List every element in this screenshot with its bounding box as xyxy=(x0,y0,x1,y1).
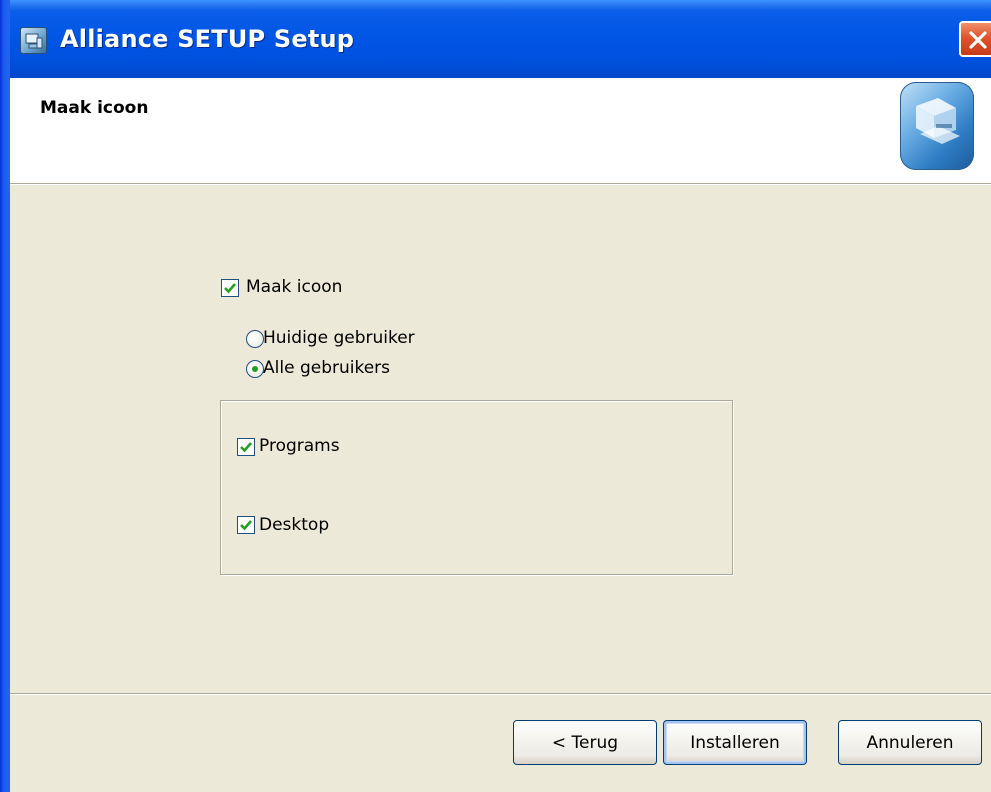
installer-app-icon xyxy=(20,27,47,54)
header-separator-highlight xyxy=(10,184,991,185)
make-icon-checkbox[interactable] xyxy=(221,279,239,297)
checkmark-icon xyxy=(224,283,236,294)
make-icon-label[interactable]: Maak icoon xyxy=(246,277,342,297)
install-button[interactable]: Installeren xyxy=(663,720,807,765)
all-users-label[interactable]: Alle gebruikers xyxy=(263,358,390,378)
window-frame-left xyxy=(0,0,10,792)
header-panel xyxy=(10,78,991,184)
all-users-radio[interactable] xyxy=(246,360,264,378)
close-button[interactable] xyxy=(959,21,991,57)
computer-setup-icon xyxy=(900,82,974,170)
close-x-icon xyxy=(969,31,987,49)
setup-window: Alliance SETUP Setup Maak icoon Maak ico… xyxy=(0,0,991,792)
desktop-checkbox[interactable] xyxy=(237,516,255,534)
programs-checkbox[interactable] xyxy=(237,438,255,456)
page-title: Maak icoon xyxy=(40,98,149,118)
desktop-label[interactable]: Desktop xyxy=(259,515,329,535)
current-user-radio[interactable] xyxy=(246,330,264,348)
cancel-button[interactable]: Annuleren xyxy=(838,720,982,765)
locations-groupbox xyxy=(220,400,733,575)
window-title: Alliance SETUP Setup xyxy=(60,25,355,53)
back-button[interactable]: < Terug xyxy=(513,720,657,765)
programs-label[interactable]: Programs xyxy=(259,436,340,456)
checkmark-icon xyxy=(240,442,252,453)
checkmark-icon xyxy=(240,520,252,531)
footer-separator-highlight xyxy=(10,694,991,695)
current-user-label[interactable]: Huidige gebruiker xyxy=(263,328,415,348)
title-bar: Alliance SETUP Setup xyxy=(0,0,991,78)
radio-selected-dot xyxy=(252,366,258,372)
